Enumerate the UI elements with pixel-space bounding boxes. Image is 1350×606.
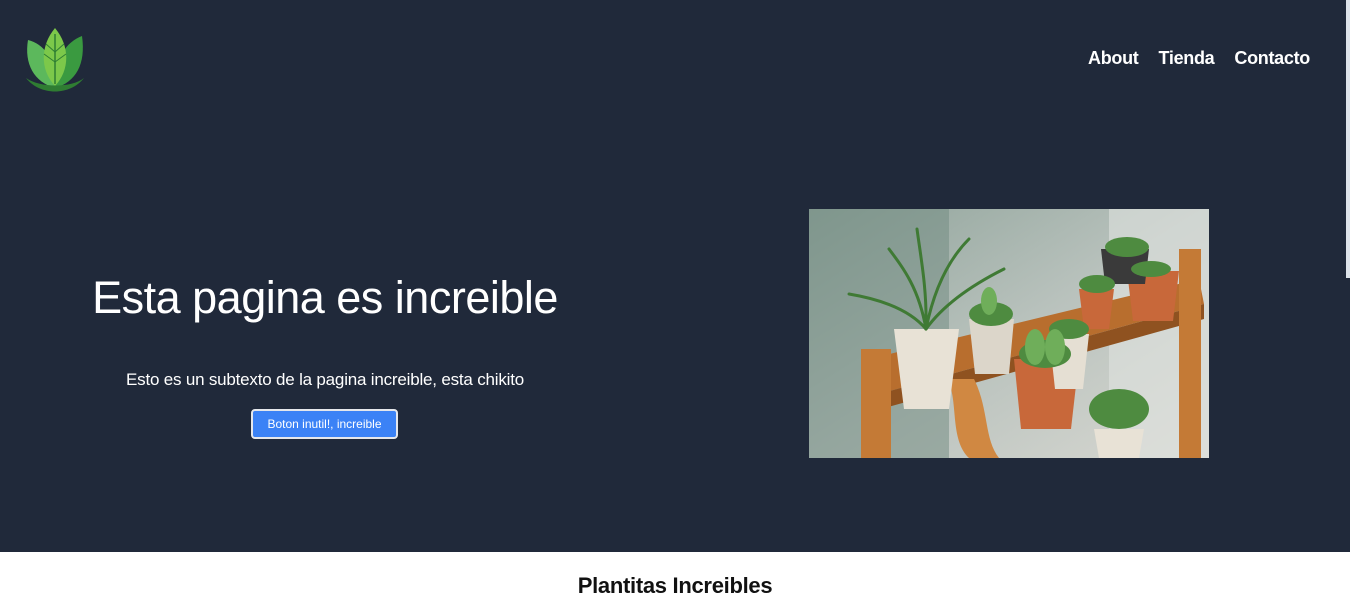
leaf-logo-icon[interactable] <box>22 22 88 96</box>
hero-button[interactable]: Boton inutil!, increible <box>251 409 398 439</box>
nav-link-about[interactable]: About <box>1088 48 1139 69</box>
plants-photo <box>809 209 1209 458</box>
section-title: Plantitas Increibles <box>577 573 773 598</box>
hero-headline: Esta pagina es increible <box>92 272 558 323</box>
nav-link-tienda[interactable]: Tienda <box>1159 48 1215 69</box>
hero-subtext: Esto es un subtexto de la pagina increib… <box>126 370 524 389</box>
scrollbar-edge <box>1346 0 1350 278</box>
hero-section: About Tienda Contacto Esta pagina es inc… <box>0 0 1350 552</box>
nav-link-contacto[interactable]: Contacto <box>1234 48 1310 69</box>
main-nav: About Tienda Contacto <box>1088 48 1310 69</box>
